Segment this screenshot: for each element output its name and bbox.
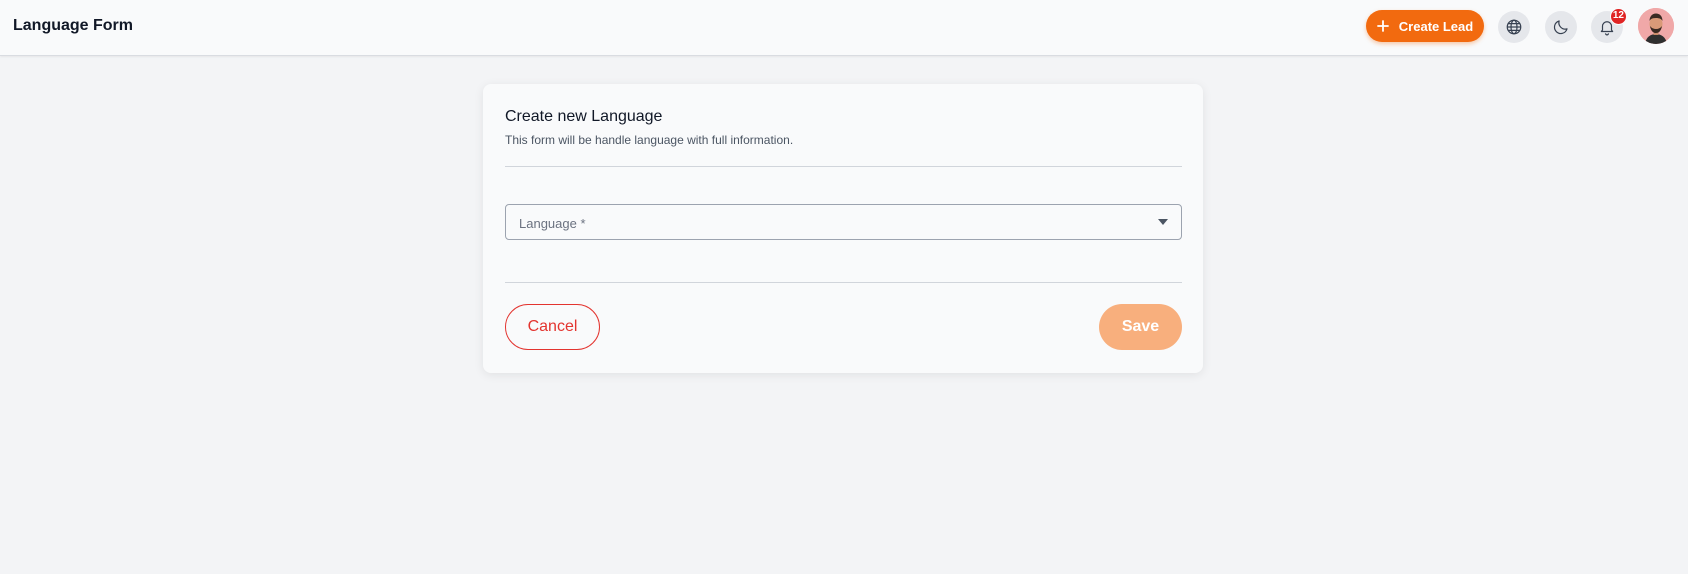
header-divider — [505, 166, 1182, 167]
moon-icon — [1553, 20, 1568, 35]
save-button[interactable]: Save — [1099, 304, 1182, 350]
notification-count-badge: 12 — [1609, 8, 1627, 25]
language-select[interactable]: Language * — [505, 204, 1182, 240]
theme-toggle-button[interactable] — [1545, 11, 1577, 43]
user-avatar[interactable] — [1638, 8, 1674, 44]
page-title: Language Form — [13, 17, 134, 34]
language-button[interactable] — [1498, 11, 1530, 43]
caret-down-icon — [1158, 219, 1168, 225]
notifications-button[interactable]: 12 — [1591, 8, 1627, 43]
create-lead-button[interactable]: Create Lead — [1366, 10, 1484, 42]
avatar-image — [1638, 8, 1674, 44]
language-form-card: Create new Language This form will be ha… — [483, 84, 1203, 373]
form-subtitle: This form will be handle language with f… — [505, 133, 794, 147]
form-title: Create new Language — [505, 108, 663, 125]
top-bar: Language Form Create Lead 12 — [0, 0, 1688, 56]
cancel-button[interactable]: Cancel — [505, 304, 600, 350]
language-select-placeholder: Language * — [519, 216, 586, 231]
globe-icon — [1506, 19, 1522, 35]
create-lead-label: Create Lead — [1398, 18, 1474, 34]
footer-divider — [505, 282, 1182, 283]
plus-icon — [1376, 20, 1389, 32]
